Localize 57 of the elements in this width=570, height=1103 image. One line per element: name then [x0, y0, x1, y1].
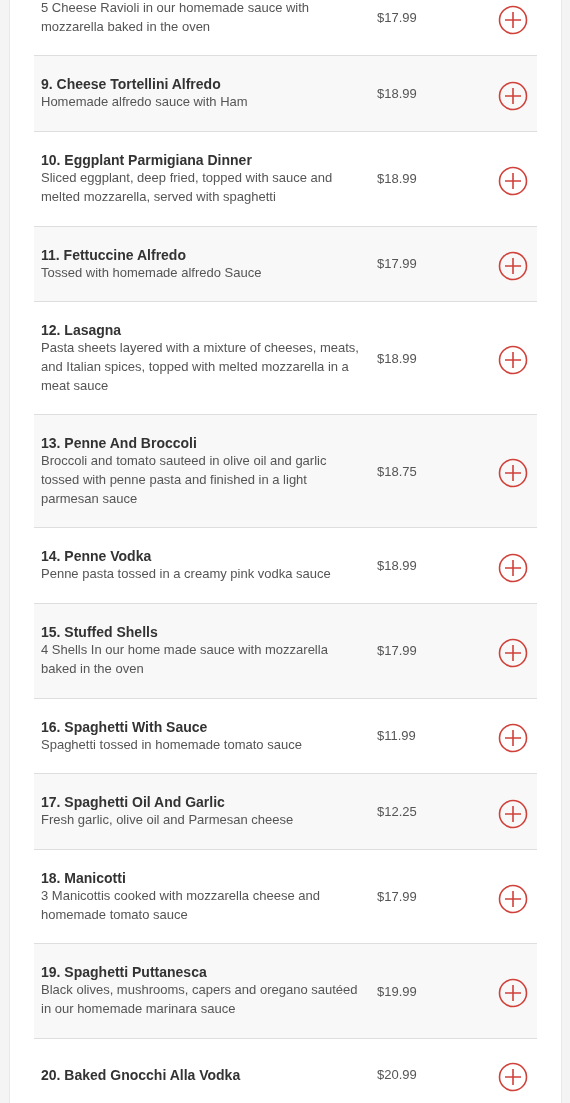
- menu-item-row[interactable]: 9. Cheese Tortellini Alfredo Homemade alfredo sauce with Ham $18.99: [34, 56, 537, 133]
- item-description: Black olives, mushrooms, capers and oregano sautéed in our homemade marinara sauce: [41, 981, 359, 1019]
- item-price: $17.99: [377, 889, 418, 905]
- item-price: $11.99: [377, 728, 417, 744]
- item-description: Tossed with homemade alfredo Sauce: [41, 263, 263, 282]
- item-price: $18.99: [377, 558, 418, 574]
- add-icon[interactable]: [498, 1061, 528, 1092]
- add-icon[interactable]: [498, 978, 528, 1009]
- add-icon[interactable]: [498, 250, 528, 281]
- add-icon[interactable]: [498, 552, 528, 583]
- menu-item-row[interactable]: 17. Spaghetti Oil And Garlic Fresh garlic, olive oil and Parmesan cheese $12.25: [34, 774, 537, 850]
- item-name: 15. Stuffed Shells: [41, 623, 159, 642]
- item-price: $18.99: [377, 86, 418, 102]
- add-icon[interactable]: [498, 883, 528, 914]
- menu-item-row[interactable]: 5 Cheese Ravioli in our homemade sauce with mozzarella baked in the oven $17.99: [34, 0, 537, 57]
- add-icon[interactable]: [498, 165, 528, 196]
- item-name: 14. Penne Vodka: [41, 547, 153, 566]
- item-description: 4 Shells In our home made sauce with mozzarella baked in the oven: [41, 641, 329, 678]
- add-icon[interactable]: [498, 637, 528, 668]
- item-description: Pasta sheets layered with a mixture of cheeses, meats, and Italian spices, topped with melted mozzarella in a meat sauce: [41, 339, 360, 395]
- add-icon[interactable]: [498, 458, 528, 489]
- item-price: $12.25: [377, 804, 418, 820]
- add-icon[interactable]: [498, 798, 528, 829]
- add-icon[interactable]: [498, 345, 528, 376]
- menu-item-row[interactable]: 15. Stuffed Shells 4 Shells In our home made sauce with mozzarella baked in the oven $17.99: [34, 604, 537, 699]
- item-name: 19. Spaghetti Puttanesca: [41, 963, 208, 982]
- item-description: Spaghetti tossed in homemade tomato sauce: [41, 735, 303, 754]
- item-description: Homemade alfredo sauce with Ham: [41, 93, 249, 112]
- item-description: 3 Manicottis cooked with mozzarella cheese and homemade tomato sauce: [41, 886, 321, 924]
- item-name: 18. Manicotti: [41, 868, 127, 887]
- item-price: $17.99: [377, 256, 418, 272]
- item-description: Penne pasta tossed in a creamy pink vodka sauce: [41, 565, 332, 584]
- item-price: $17.99: [377, 10, 418, 26]
- item-name: 13. Penne And Broccoli: [41, 434, 198, 453]
- item-name: 9. Cheese Tortellini Alfredo: [41, 75, 222, 94]
- item-description: Fresh garlic, olive oil and Parmesan cheese: [41, 811, 295, 830]
- item-name: 11. Fettuccine Alfredo: [41, 245, 187, 264]
- item-name: 12. Lasagna: [41, 321, 123, 340]
- add-icon[interactable]: [498, 80, 528, 111]
- item-price: $19.99: [377, 983, 418, 999]
- menu-item-row[interactable]: 11. Fettuccine Alfredo Tossed with homemade alfredo Sauce $17.99: [34, 226, 537, 303]
- item-price: $20.99: [377, 1067, 418, 1083]
- menu-item-row[interactable]: 13. Penne And Broccoli Broccoli and tomato sauteed in olive oil and garlic tossed with penne pasta and finished in a light parmesan sauce $18.75: [34, 415, 537, 529]
- menu-item-row[interactable]: 19. Spaghetti Puttanesca Black olives, mushrooms, capers and oregano sautéed in our homemade marinara sauce $19.99: [34, 944, 537, 1039]
- item-description: Broccoli and tomato sauteed in olive oil and garlic tossed with penne pasta and finished in a light parmesan sauce: [41, 452, 328, 508]
- item-name: 16. Spaghetti With Sauce: [41, 717, 209, 736]
- item-description: Sliced eggplant, deep fried, topped with sauce and melted mozzarella, served with spaghetti: [41, 169, 334, 206]
- item-price: $18.99: [377, 171, 418, 187]
- item-price: $18.99: [377, 350, 418, 366]
- item-name: 20. Baked Gnocchi Alla Vodka: [41, 1065, 242, 1084]
- item-name: 10. Eggplant Parmigiana Dinner: [41, 151, 253, 170]
- item-description: 5 Cheese Ravioli in our homemade sauce with mozzarella baked in the oven: [41, 0, 311, 36]
- add-icon[interactable]: [498, 722, 528, 753]
- add-icon[interactable]: [498, 4, 528, 35]
- item-price: $18.75: [377, 463, 418, 479]
- item-name: 17. Spaghetti Oil And Garlic: [41, 793, 226, 812]
- item-price: $17.99: [377, 643, 418, 659]
